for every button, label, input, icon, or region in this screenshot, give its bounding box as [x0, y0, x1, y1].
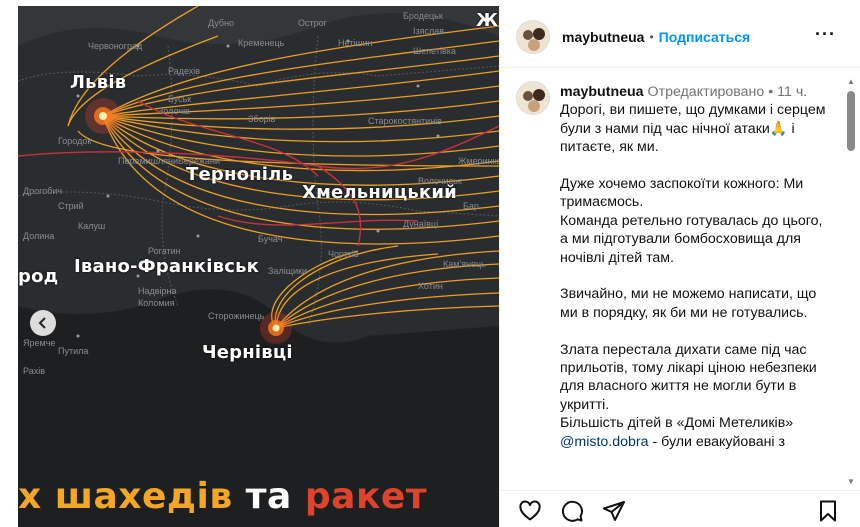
town-label: Дрогобич [23, 186, 63, 196]
share-icon[interactable] [602, 499, 626, 523]
edited-label: Отредактировано [647, 84, 765, 100]
prev-media-button[interactable] [30, 310, 56, 336]
caption-paragraph: Злата перестала дихати саме під час прил… [560, 341, 817, 413]
caption-paragraph: Дорогі, ви пишете, що думками і серцем б… [560, 101, 830, 156]
follow-button[interactable]: Подписаться [659, 29, 751, 45]
town-label: Хотин [418, 281, 443, 291]
avatar-image [517, 20, 549, 53]
town-label: Рахів [23, 366, 45, 376]
caption-paragraph: Команда ретельно готувалась до цього, а … [560, 212, 823, 266]
scrollbar-thumb[interactable] [847, 91, 855, 151]
caption-text-part: Більшість дітей в «Домі Метеликів» [560, 415, 794, 432]
city-label-khmelnytskyi: Хмельницький [302, 182, 457, 203]
comments-panel[interactable]: maybutneua Отредактировано • 11 ч. Дорог… [500, 69, 860, 489]
scroll-down-arrow-icon[interactable]: ▼ [846, 477, 856, 487]
city-label-chernivtsi: Чернівці [202, 342, 293, 363]
town-label: Городок [58, 136, 92, 146]
town-label: Кам'янець [443, 259, 486, 269]
town-label: Бродецьк [403, 11, 443, 21]
comments-scrollbar[interactable]: ▲ ▼ [846, 77, 856, 487]
town-label: Бар [463, 201, 479, 211]
separator-dot: • [649, 29, 654, 44]
town-label: Жмеринка [458, 156, 499, 166]
username-link[interactable]: maybutneua [562, 29, 644, 45]
avatar[interactable] [516, 19, 550, 54]
town-label: Перемишляни [118, 156, 179, 166]
comment-icon[interactable] [560, 499, 584, 523]
avatar[interactable] [516, 81, 550, 115]
praying-hands-icon: 🙏 [769, 120, 788, 137]
avatar-image [517, 82, 549, 114]
caption-part-1: х шахедів [18, 476, 233, 517]
town-label: Коломия [138, 298, 175, 308]
town-label: Радехів [168, 66, 201, 76]
post-sidebar: maybutneua • Подписаться ··· maybutneua … [499, 6, 860, 527]
bookmark-icon[interactable] [816, 499, 840, 523]
town-label: Червоноград [88, 41, 143, 51]
media-caption: х шахедів та ракет [18, 476, 427, 517]
town-label: Рогатин [148, 246, 181, 256]
town-label: Чортків [328, 249, 359, 259]
separator-dot: • [768, 84, 774, 100]
caption-username[interactable]: maybutneua [560, 84, 644, 100]
more-horizontal-icon[interactable]: ··· [815, 24, 836, 45]
town-label: Шепетівка [413, 46, 456, 56]
post-header: maybutneua • Подписаться ··· [500, 6, 860, 68]
caption-text: maybutneua Отредактировано • 11 ч. Дорог… [560, 83, 830, 451]
town-label: Буськ [168, 94, 192, 104]
town-label: Яремче [23, 338, 56, 348]
town-label: Путила [58, 346, 89, 356]
city-label-ternopil: Тернопіль [186, 164, 294, 185]
town-label: Долина [23, 231, 55, 241]
town-label: Надвірна [138, 286, 177, 296]
town-label: Золочів [158, 106, 190, 116]
town-label: Заліщики [268, 266, 308, 276]
caption-part-3: ракет [304, 476, 428, 517]
town-label: Ізяслав [413, 26, 445, 36]
town-label: Острог [298, 18, 327, 28]
caption-paragraph: Звичайно, ми не можемо написати, що ми в… [560, 286, 817, 321]
town-label: Стрий [58, 201, 84, 211]
town-label: Сторожинець [208, 311, 265, 321]
city-label-partial: род [18, 266, 59, 287]
caption-part-2: та [245, 476, 292, 517]
town-label: Бучач [258, 234, 283, 244]
post-time[interactable]: 11 ч. [777, 84, 807, 100]
caption-paragraph: Більшість дітей в «Домі Метеликів» @mist… [560, 414, 830, 451]
city-label-lviv: Львів [70, 72, 127, 93]
caption-paragraph: Дуже хочемо заспокоїти кожного: Ми трима… [560, 176, 804, 211]
scroll-up-arrow-icon[interactable]: ▲ [846, 77, 856, 87]
city-label-ivano-frankivsk: Івано-Франківськ [74, 256, 260, 277]
town-label: Дубно [208, 18, 235, 28]
town-label: Кременець [238, 38, 285, 48]
mention-link[interactable]: @misto.dobra [560, 434, 649, 450]
town-label: Калуш [78, 221, 106, 231]
town-label: Зборів [248, 114, 276, 124]
post-media[interactable]: Червоноград Дубно Кременець Острог Броде… [18, 6, 499, 527]
post-actions [500, 490, 860, 527]
chevron-left-icon [38, 317, 46, 329]
city-label-partial: Ж [476, 10, 499, 31]
town-label: Дунаївці [403, 219, 439, 229]
heart-icon[interactable] [518, 499, 542, 523]
town-label: Старокостянтинів [368, 116, 442, 126]
caption-text-part: - були евакуйовані з [648, 433, 786, 450]
town-label: Нетішин [338, 38, 373, 48]
